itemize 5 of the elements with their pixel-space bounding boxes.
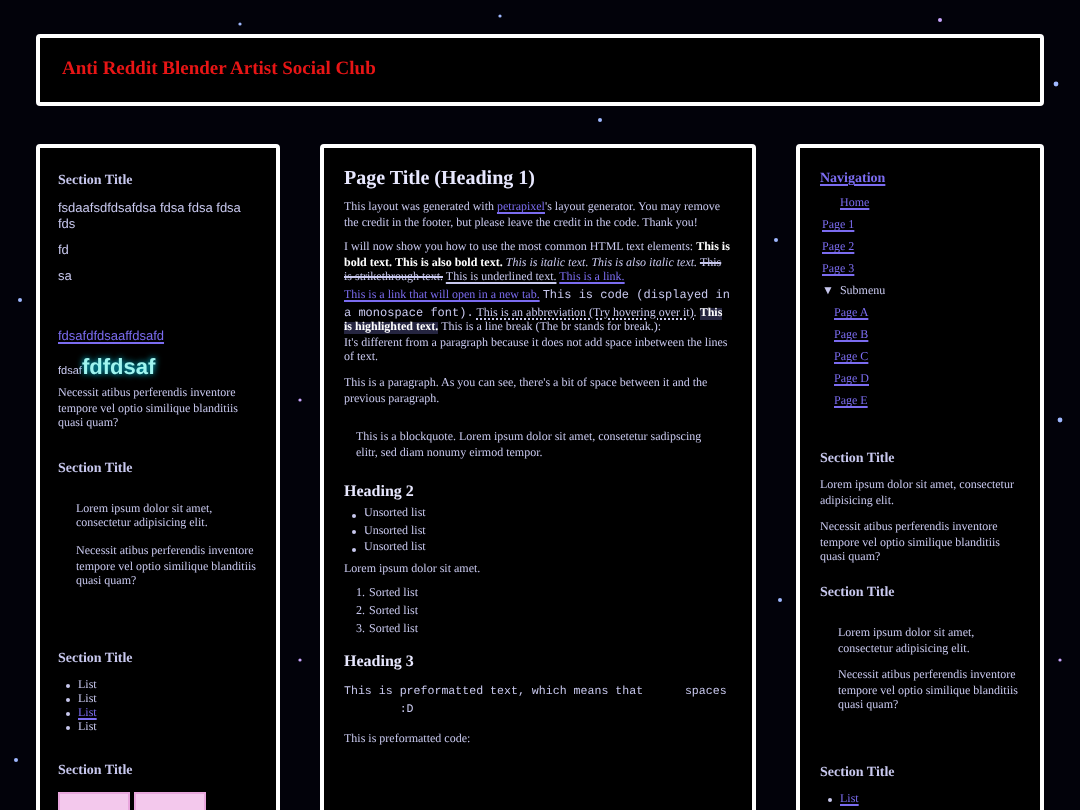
glowing-text: fdfdsaf: [81, 356, 156, 380]
site-title: Anti Reddit Blender Artist Social Club: [62, 57, 376, 84]
page-title: Page Title (Heading 1): [344, 166, 537, 192]
heading: Heading 2: [344, 482, 416, 503]
heading: Heading 3: [344, 652, 416, 673]
